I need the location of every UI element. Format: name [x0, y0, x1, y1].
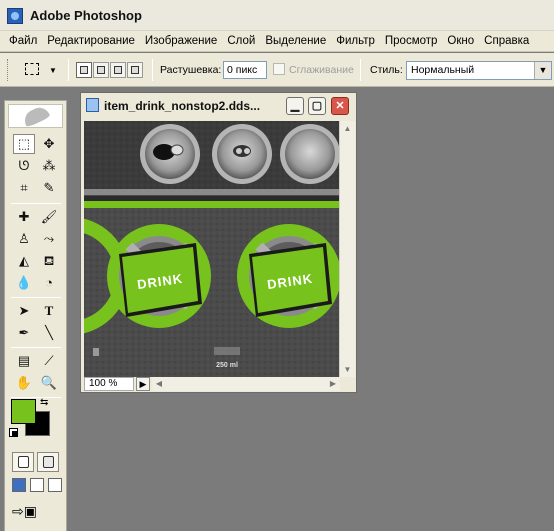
eraser-icon[interactable]: ◭ — [13, 251, 35, 271]
menu-edit[interactable]: Редактирование — [42, 35, 140, 47]
crop-icon[interactable]: ⌗ — [13, 178, 35, 198]
minimize-button[interactable]: ▁ — [286, 97, 304, 115]
default-colors-icon[interactable] — [9, 428, 18, 437]
app-title: Adobe Photoshop — [30, 8, 142, 23]
options-grip[interactable] — [7, 59, 10, 81]
quick-mask-button[interactable] — [37, 452, 59, 472]
separator — [360, 59, 361, 81]
tool-preset-picker[interactable]: ▼ — [22, 61, 62, 79]
style-select[interactable]: Нормальный ▼ — [406, 61, 552, 80]
jump-to-imageready-button[interactable]: ⇨▣ — [12, 503, 48, 523]
antialias-label: Сглаживание — [289, 64, 354, 76]
swap-colors-icon[interactable]: ⇆ — [40, 397, 48, 408]
title-bar: Adobe Photoshop — [0, 0, 554, 31]
vertical-scrollbar[interactable]: ▲ ▼ — [339, 121, 355, 377]
style-label: Стиль: — [370, 64, 403, 76]
foreground-color-swatch[interactable] — [11, 399, 36, 424]
path-selection-icon[interactable]: ➤ — [13, 301, 35, 321]
selection-mode-group — [76, 62, 143, 78]
dodge-icon[interactable]: ◔ — [38, 273, 60, 293]
separator — [68, 59, 69, 81]
drink-logo-1: DRINK — [107, 224, 211, 328]
menu-image[interactable]: Изображение — [140, 35, 222, 47]
subtract-selection-button[interactable] — [110, 62, 126, 78]
add-selection-button[interactable] — [93, 62, 109, 78]
antialias-checkbox[interactable] — [273, 63, 285, 75]
menu-bar: Файл Редактирование Изображение Слой Выд… — [0, 31, 554, 52]
separator — [11, 347, 61, 348]
document-window: item_drink_nonstop2.dds... ▁ ▢ ✕ DRINK D… — [80, 92, 357, 393]
chevron-down-icon: ▼ — [49, 66, 57, 75]
lasso-icon[interactable]: ᘎ — [13, 156, 35, 176]
menu-filter[interactable]: Фильтр — [331, 35, 380, 47]
separator — [11, 297, 61, 298]
new-selection-button[interactable] — [76, 62, 92, 78]
document-icon — [86, 98, 99, 112]
options-bar: ▼ Растушевка: Сглаживание Стиль: Нормаль… — [0, 53, 554, 87]
document-title-bar[interactable]: item_drink_nonstop2.dds... ▁ ▢ ✕ — [81, 93, 356, 118]
healing-brush-icon[interactable]: ✚ — [13, 207, 35, 227]
toolbox-header[interactable] — [8, 104, 63, 128]
clone-stamp-icon[interactable]: ♙ — [13, 229, 35, 249]
notes-icon[interactable]: ▤ — [13, 351, 35, 371]
slice-icon[interactable]: ✎ — [38, 178, 60, 198]
canvas-volume-text: 250 ml — [216, 362, 238, 369]
zoom-field[interactable]: 100 % — [84, 377, 134, 391]
feather-input[interactable] — [223, 61, 267, 79]
standard-screen-icon[interactable] — [12, 478, 26, 492]
eyedropper-icon[interactable]: ⟋ — [38, 351, 60, 371]
full-screen-menu-icon[interactable] — [30, 478, 44, 492]
close-button[interactable]: ✕ — [331, 97, 349, 115]
type-icon[interactable]: T — [38, 301, 60, 321]
menu-help[interactable]: Справка — [479, 35, 534, 47]
full-screen-icon[interactable] — [48, 478, 62, 492]
brand-mark — [214, 347, 240, 355]
can-lid-2 — [212, 124, 272, 184]
history-brush-icon[interactable]: ⤳ — [38, 229, 60, 249]
status-menu-icon[interactable]: ▶ — [136, 377, 150, 391]
magic-wand-icon[interactable]: ⁂ — [38, 156, 60, 176]
line-icon[interactable]: ╲ — [38, 323, 60, 343]
separator — [152, 59, 153, 81]
horizontal-scrollbar[interactable]: ◀ ▶ — [152, 377, 340, 391]
scroll-down-icon[interactable]: ▼ — [340, 362, 355, 377]
can-lid-3 — [280, 124, 339, 184]
chevron-down-icon[interactable]: ▼ — [534, 62, 551, 79]
scroll-right-icon[interactable]: ▶ — [326, 377, 340, 391]
standard-mode-button[interactable] — [12, 452, 34, 472]
photoshop-icon — [7, 8, 23, 24]
feather-label: Растушевка: — [160, 64, 222, 76]
menu-window[interactable]: Окно — [442, 35, 479, 47]
zoom-icon[interactable]: 🔍 — [38, 373, 60, 393]
texture-image: DRINK DRINK 250 ml — [84, 121, 339, 377]
menu-view[interactable]: Просмотр — [380, 35, 443, 47]
separator — [11, 397, 61, 398]
rect-marquee-icon — [25, 63, 39, 75]
document-status-bar: 100 % ▶ ◀ ▶ — [84, 377, 355, 391]
scroll-left-icon[interactable]: ◀ — [152, 377, 166, 391]
recycle-mark — [93, 348, 99, 356]
style-value: Нормальный — [411, 64, 475, 76]
brush-icon[interactable]: 🖌 — [38, 207, 60, 227]
document-title: item_drink_nonstop2.dds... — [104, 99, 261, 113]
maximize-button[interactable]: ▢ — [308, 97, 326, 115]
drink-logo-2: DRINK — [237, 224, 339, 328]
rect-marquee-icon[interactable]: ⬚ — [13, 134, 35, 154]
separator — [11, 203, 61, 204]
blur-icon[interactable]: 💧 — [13, 273, 35, 293]
can-lid-1 — [140, 124, 200, 184]
pen-icon[interactable]: ✒ — [13, 323, 35, 343]
hand-icon[interactable]: ✋ — [13, 373, 35, 393]
move-icon[interactable]: ✥ — [38, 134, 60, 154]
menu-layer[interactable]: Слой — [222, 35, 260, 47]
scroll-up-icon[interactable]: ▲ — [340, 121, 355, 136]
menu-select[interactable]: Выделение — [260, 35, 331, 47]
image-canvas[interactable]: DRINK DRINK 250 ml — [84, 121, 339, 377]
paint-bucket-icon[interactable]: ⛾ — [38, 251, 60, 271]
intersect-selection-button[interactable] — [127, 62, 143, 78]
menu-file[interactable]: Файл — [4, 35, 42, 47]
feather-logo-icon — [21, 104, 51, 128]
